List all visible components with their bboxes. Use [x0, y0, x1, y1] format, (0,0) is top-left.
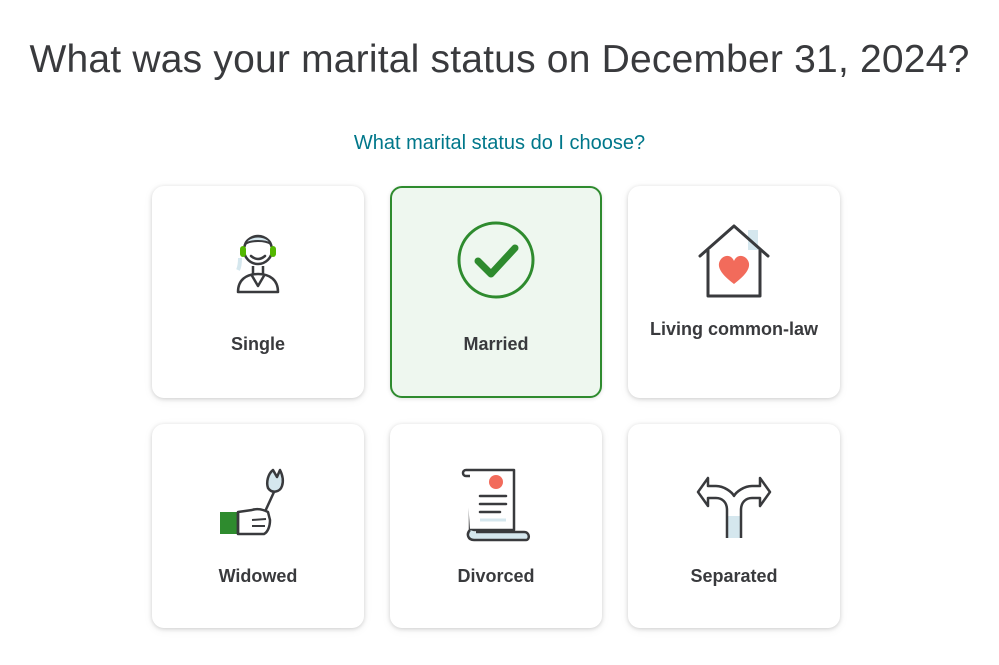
option-label: Single	[230, 334, 285, 354]
help-link[interactable]: What marital status do I choose?	[0, 132, 999, 155]
option-label: Married	[463, 334, 529, 354]
checkmark-circle-icon	[456, 220, 536, 300]
option-divorced[interactable]: Divorced	[390, 424, 602, 628]
option-label: Widowed	[218, 566, 298, 586]
option-widowed[interactable]: Widowed	[152, 424, 364, 628]
house-heart-icon	[694, 220, 774, 300]
certificate-scroll-icon	[456, 464, 536, 544]
options-grid: Single Married Living common-law Widowed…	[152, 186, 840, 628]
split-arrows-icon	[694, 464, 774, 544]
option-separated[interactable]: Separated	[628, 424, 840, 628]
option-single[interactable]: Single	[152, 186, 364, 398]
option-label: Divorced	[457, 566, 535, 586]
single-person-icon	[218, 220, 298, 300]
page-title: What was your marital status on December…	[29, 38, 970, 81]
hand-flower-icon	[218, 464, 298, 544]
option-label: Separated	[690, 566, 778, 586]
option-married[interactable]: Married	[390, 186, 602, 398]
option-living-common-law[interactable]: Living common-law	[628, 186, 840, 398]
option-label: Living common-law	[649, 319, 818, 339]
marital-status-page: What was your marital status on December…	[0, 0, 999, 665]
